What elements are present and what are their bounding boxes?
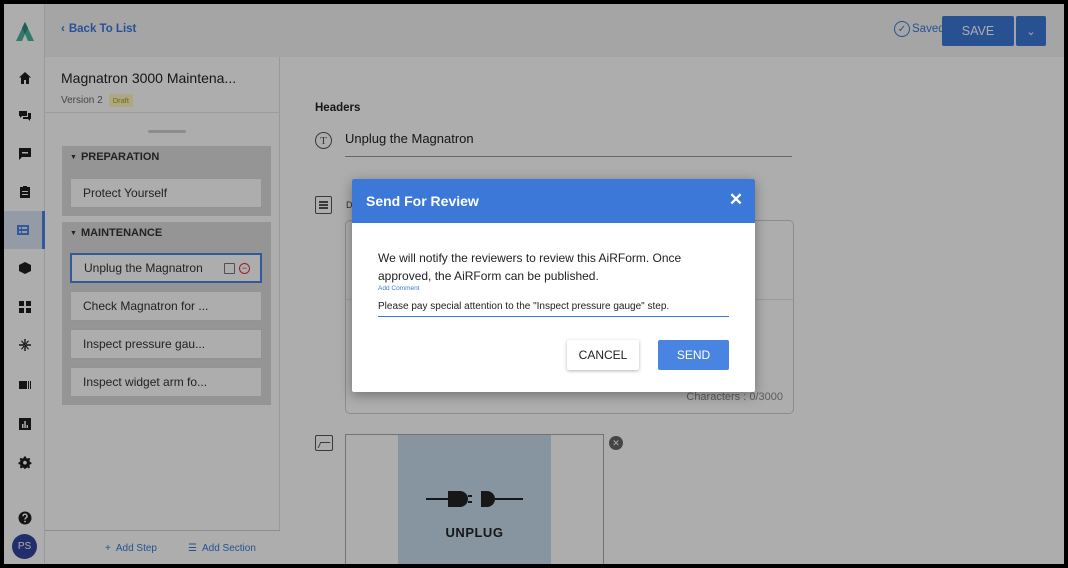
send-for-review-dialog: Send For Review ✕ We will notify the rev… <box>352 179 755 392</box>
comment-label: Add Comment <box>378 285 420 292</box>
comment-input[interactable] <box>378 296 729 317</box>
close-icon[interactable]: ✕ <box>727 190 745 210</box>
app-window: PS ‹ Back To List ✓ Saved SAVE ⌄ Magnatr… <box>4 4 1064 564</box>
cancel-button[interactable]: CANCEL <box>567 340 639 370</box>
dialog-title: Send For Review <box>366 193 479 209</box>
dialog-header: Send For Review ✕ <box>352 179 755 223</box>
send-button[interactable]: SEND <box>658 340 729 370</box>
dialog-message: We will notify the reviewers to review t… <box>378 251 682 283</box>
